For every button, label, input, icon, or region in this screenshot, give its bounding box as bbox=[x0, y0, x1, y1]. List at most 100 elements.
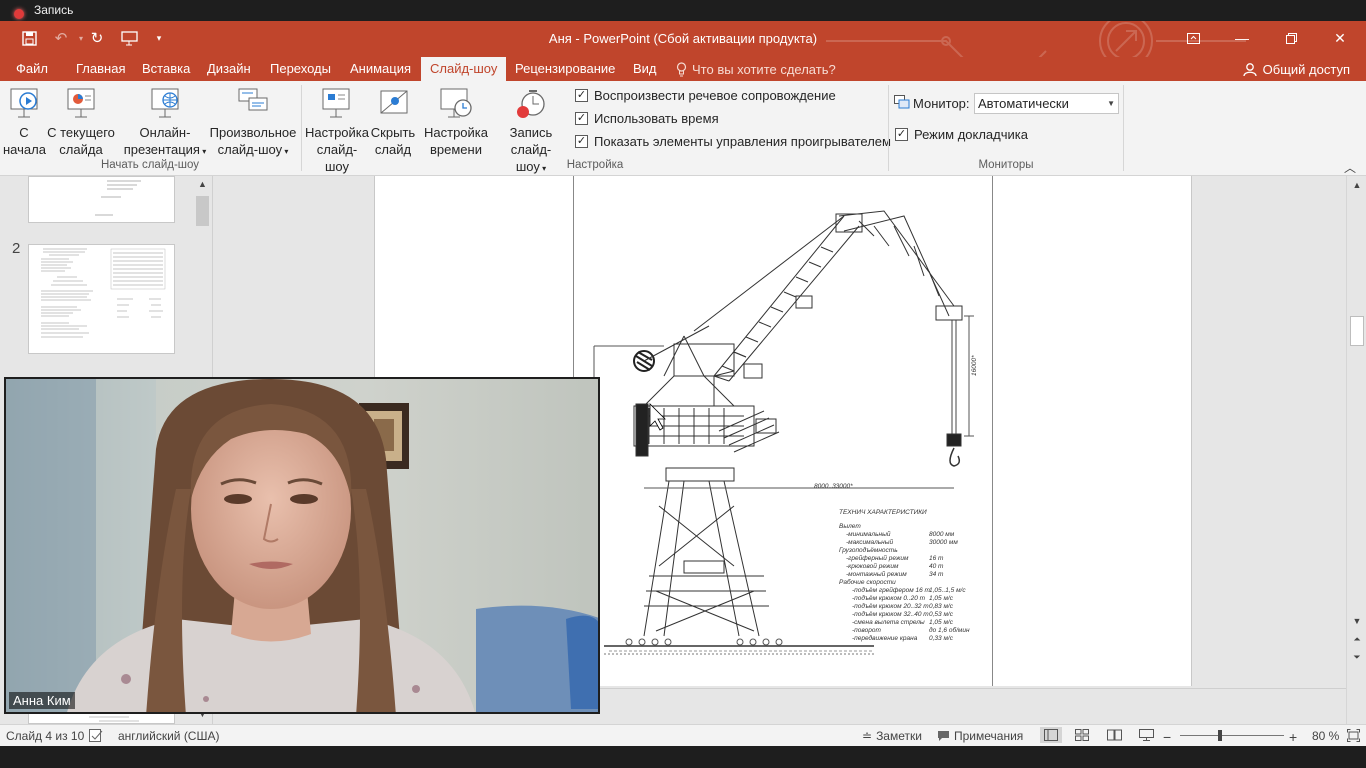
scroll-up-icon[interactable]: ▲ bbox=[1347, 180, 1366, 190]
tab-slideshow[interactable]: Слайд-шоу bbox=[421, 57, 507, 81]
recording-bar: Запись bbox=[0, 0, 1366, 21]
spec-value: 8000 мм bbox=[929, 531, 955, 538]
tell-me-search[interactable]: Что вы хотите сделать? bbox=[676, 57, 836, 81]
present-online-icon bbox=[147, 86, 183, 120]
fit-slide-icon[interactable] bbox=[1347, 729, 1360, 742]
spec-label: -крюковой режим bbox=[846, 562, 899, 570]
crane-drawing-frame: ТЕХНИЧ ХАРАКТЕРИСТИКИ 8000..33000* 16000… bbox=[573, 176, 993, 686]
monitor-select[interactable]: Автоматически ▼ bbox=[974, 93, 1119, 114]
comments-label: Примечания bbox=[954, 729, 1024, 743]
spec-value: 1,05..1,5 м/с bbox=[929, 587, 966, 594]
tab-view[interactable]: Вид bbox=[624, 57, 666, 81]
from-current-line1: С текущего bbox=[47, 125, 115, 140]
webcam-participant-name: Анна Ким bbox=[9, 692, 75, 709]
play-narrations-checkbox[interactable]: ✓ Воспроизвести речевое сопровождение bbox=[575, 88, 836, 103]
ribbon-tabs: Файл Главная Вставка Дизайн Переходы Ани… bbox=[0, 57, 1366, 81]
use-timings-checkbox[interactable]: ✓ Использовать время bbox=[575, 111, 719, 126]
spec-value: 40 т bbox=[929, 563, 944, 570]
title-bar: ↶ ▾ ↻ ▾ Аня - PowerPoint (Сбой активации… bbox=[0, 21, 1366, 57]
normal-view-icon[interactable] bbox=[1040, 727, 1062, 743]
hide-slide-button[interactable]: Скрыть слайд bbox=[369, 84, 417, 158]
next-slide-icon[interactable]: ⏷ bbox=[1347, 652, 1366, 663]
slide-counter: Слайд 4 из 10 bbox=[6, 729, 85, 743]
language-indicator[interactable]: английский (США) bbox=[118, 729, 219, 743]
thumbnail-number: 2 bbox=[12, 240, 21, 257]
setup-slideshow-line1: Настройка bbox=[305, 125, 369, 140]
checkbox-checked-icon: ✓ bbox=[575, 112, 588, 125]
minimize-icon[interactable]: — bbox=[1225, 25, 1259, 51]
reading-view-icon[interactable] bbox=[1107, 729, 1122, 741]
scrollbar-thumb[interactable] bbox=[1350, 316, 1364, 346]
spec-value: 0,83 м/с bbox=[929, 603, 954, 610]
share-label: Общий доступ bbox=[1262, 61, 1350, 77]
close-icon[interactable]: ✕ bbox=[1323, 25, 1357, 51]
tab-design[interactable]: Дизайн bbox=[198, 57, 260, 81]
drawing-title: ТЕХНИЧ ХАРАКТЕРИСТИКИ bbox=[839, 509, 927, 516]
zoom-in-icon[interactable]: + bbox=[1289, 729, 1297, 745]
slide-sorter-icon[interactable] bbox=[1075, 729, 1089, 741]
present-online-button[interactable]: Онлайн- презентация ▾ bbox=[122, 84, 208, 160]
recorder-bottom-bar bbox=[0, 746, 1366, 768]
show-media-controls-checkbox[interactable]: ✓ Показать элементы управления проигрыва… bbox=[575, 134, 891, 149]
hide-slide-icon bbox=[375, 86, 411, 120]
webcam-video: Анна Ким bbox=[4, 377, 600, 714]
zoom-out-icon[interactable]: − bbox=[1163, 729, 1171, 745]
notes-button[interactable]: ≐ Заметки bbox=[862, 729, 922, 743]
tab-transitions[interactable]: Переходы bbox=[261, 57, 340, 81]
slideshow-view-icon[interactable] bbox=[1139, 729, 1154, 741]
zoom-slider[interactable] bbox=[1180, 735, 1284, 736]
monitor-label: Монитор: bbox=[913, 96, 970, 111]
from-current-line2: слайда bbox=[59, 142, 103, 157]
ribbon-display-options-icon[interactable] bbox=[1176, 25, 1210, 51]
lightbulb-icon bbox=[676, 61, 687, 76]
from-beginning-button[interactable]: С начала bbox=[3, 84, 46, 158]
zoom-slider-thumb[interactable] bbox=[1218, 730, 1223, 741]
spec-value: 30000 мм bbox=[929, 539, 958, 546]
rehearse-timings-icon bbox=[438, 86, 474, 120]
group-separator bbox=[1123, 85, 1124, 171]
presenter-view-checkbox[interactable]: ✓ Режим докладчика bbox=[895, 127, 1028, 142]
zoom-level[interactable]: 80 % bbox=[1312, 729, 1339, 743]
spec-label: Вылет bbox=[839, 523, 861, 530]
rehearse-timings-button[interactable]: Настройка времени bbox=[423, 84, 489, 158]
show-media-controls-label: Показать элементы управления проигрывате… bbox=[594, 134, 891, 149]
scrollbar-thumb[interactable] bbox=[196, 196, 209, 226]
rehearse-timings-line1: Настройка bbox=[424, 125, 488, 140]
spec-label: Рабочие скорости bbox=[839, 578, 896, 586]
tab-review[interactable]: Рецензирование bbox=[506, 57, 624, 81]
drawing-dimension-2: 16000* bbox=[971, 355, 978, 376]
present-online-line2: презентация bbox=[123, 142, 200, 157]
tab-file[interactable]: Файл bbox=[7, 57, 57, 81]
slideshow-current-icon bbox=[63, 86, 99, 120]
tab-insert[interactable]: Вставка bbox=[133, 57, 199, 81]
status-bar: Слайд 4 из 10 английский (США) ≐ Заметки… bbox=[0, 724, 1366, 746]
scroll-down-icon[interactable]: ▼ bbox=[1347, 616, 1366, 626]
from-current-slide-button[interactable]: С текущего слайда bbox=[46, 84, 116, 158]
custom-slideshow-button[interactable]: Произвольное слайд-шоу ▾ bbox=[207, 84, 299, 160]
window-title: Аня - PowerPoint (Сбой активации продукт… bbox=[548, 31, 818, 46]
slide-scrollbar[interactable]: ▲ ▼ ⏶ ⏷ bbox=[1346, 176, 1366, 724]
slide-thumbnail[interactable] bbox=[28, 244, 175, 354]
spec-label: -минимальный bbox=[846, 530, 891, 538]
comments-button[interactable]: Примечания bbox=[937, 729, 1023, 743]
share-button[interactable]: Общий доступ bbox=[1237, 57, 1356, 81]
spec-label: -передвижение крана bbox=[852, 634, 918, 642]
person-icon bbox=[1243, 62, 1257, 76]
ribbon: С начала С текущего слайда Онлайн- презе… bbox=[0, 81, 1366, 176]
spec-label: -поворот bbox=[852, 627, 881, 634]
spec-label: -подъём крюком 32..40 т bbox=[852, 610, 929, 618]
spec-value: 0,33 м/с bbox=[929, 635, 954, 642]
restore-icon[interactable] bbox=[1274, 25, 1308, 51]
spelling-check-icon[interactable] bbox=[89, 729, 103, 742]
dropdown-arrow-icon: ▾ bbox=[199, 147, 207, 156]
slide-thumbnail[interactable] bbox=[28, 176, 175, 223]
notes-icon: ≐ bbox=[862, 729, 873, 743]
custom-slideshow-line2: слайд-шоу bbox=[217, 142, 283, 157]
previous-slide-icon[interactable]: ⏶ bbox=[1347, 634, 1366, 645]
collapse-ribbon-icon[interactable]: ︿ bbox=[1344, 159, 1356, 176]
play-narrations-label: Воспроизвести речевое сопровождение bbox=[594, 88, 836, 103]
tell-me-text: Что вы хотите сделать? bbox=[692, 61, 836, 77]
scroll-up-icon[interactable]: ▲ bbox=[194, 179, 211, 189]
tab-home[interactable]: Главная bbox=[67, 57, 134, 81]
tab-animations[interactable]: Анимация bbox=[341, 57, 420, 81]
